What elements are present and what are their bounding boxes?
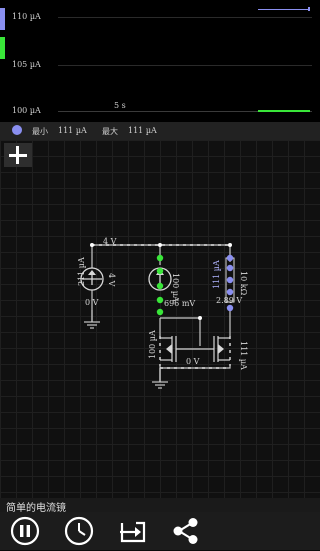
- src2-current-label: 100 µA: [171, 273, 180, 302]
- scope-panel[interactable]: 110 µA 105 µA 100 µA 5 s: [0, 0, 320, 122]
- scope-trace-end: [308, 7, 310, 11]
- ground-left: [84, 310, 100, 329]
- pause-icon: [10, 516, 40, 546]
- legend-dot: [12, 125, 22, 135]
- src1-current-label: 211 µA: [77, 257, 86, 286]
- scope-marker-1: [0, 8, 5, 30]
- circuit-canvas[interactable]: 4 V 211 µA 4 V 0 V 100 µA 696 mV 111 µA …: [0, 140, 320, 512]
- y-label-mid: 105 µA: [12, 60, 41, 69]
- fet-right-current-label: 111 µA: [239, 341, 248, 370]
- y-label-top: 110 µA: [12, 12, 41, 21]
- bottom-voltage-label: 0 V: [186, 357, 200, 366]
- scope-legend: 最小 111 µA 最大 111 µA: [0, 122, 320, 140]
- ground-bottom: [152, 368, 168, 389]
- src1-voltage-label: 4 V: [107, 273, 116, 287]
- legend-min-label: 最小: [32, 127, 48, 136]
- scope-marker-2: [0, 37, 5, 59]
- add-component-button[interactable]: [4, 143, 32, 167]
- mirror-wire: [160, 317, 201, 346]
- top-voltage-label: 4 V: [103, 237, 117, 246]
- share-icon: [173, 518, 198, 544]
- gridline: [58, 65, 312, 66]
- title-bar: 简单的电流镜: [0, 498, 320, 514]
- share-button[interactable]: [168, 515, 202, 547]
- right-voltage-label: 2.89 V: [216, 296, 242, 305]
- src1-bottom-voltage-label: 0 V: [85, 298, 99, 307]
- time-label: 5 s: [114, 101, 126, 110]
- fet-left-current-label: 100 µA: [148, 330, 157, 359]
- legend-max-label: 最大: [102, 127, 118, 136]
- mid-voltage-label: 696 mV: [164, 299, 195, 308]
- legend-min-value: 111 µA: [58, 126, 87, 135]
- export-icon: [120, 521, 146, 543]
- scope-trace: [258, 9, 310, 10]
- export-button[interactable]: [116, 515, 150, 547]
- scope-cursor: [258, 110, 310, 112]
- y-label-bottom: 100 µA: [12, 106, 41, 115]
- bottom-toolbar: [0, 512, 320, 550]
- mosfet-left-arrow: [166, 344, 172, 354]
- right-current-label: 111 µA: [212, 260, 221, 289]
- mosfet-right-arrow: [218, 344, 224, 354]
- mosfet-right[interactable]: [200, 336, 230, 362]
- pause-button[interactable]: [8, 515, 42, 547]
- circuit-diagram[interactable]: 4 V 211 µA 4 V 0 V 100 µA 696 mV 111 µA …: [0, 140, 320, 512]
- legend-max-value: 111 µA: [128, 126, 157, 135]
- clock-icon: [64, 516, 94, 546]
- clock-button[interactable]: [62, 515, 96, 547]
- gridline: [58, 17, 312, 18]
- resistor-value-label: 10 kΩ: [239, 271, 248, 296]
